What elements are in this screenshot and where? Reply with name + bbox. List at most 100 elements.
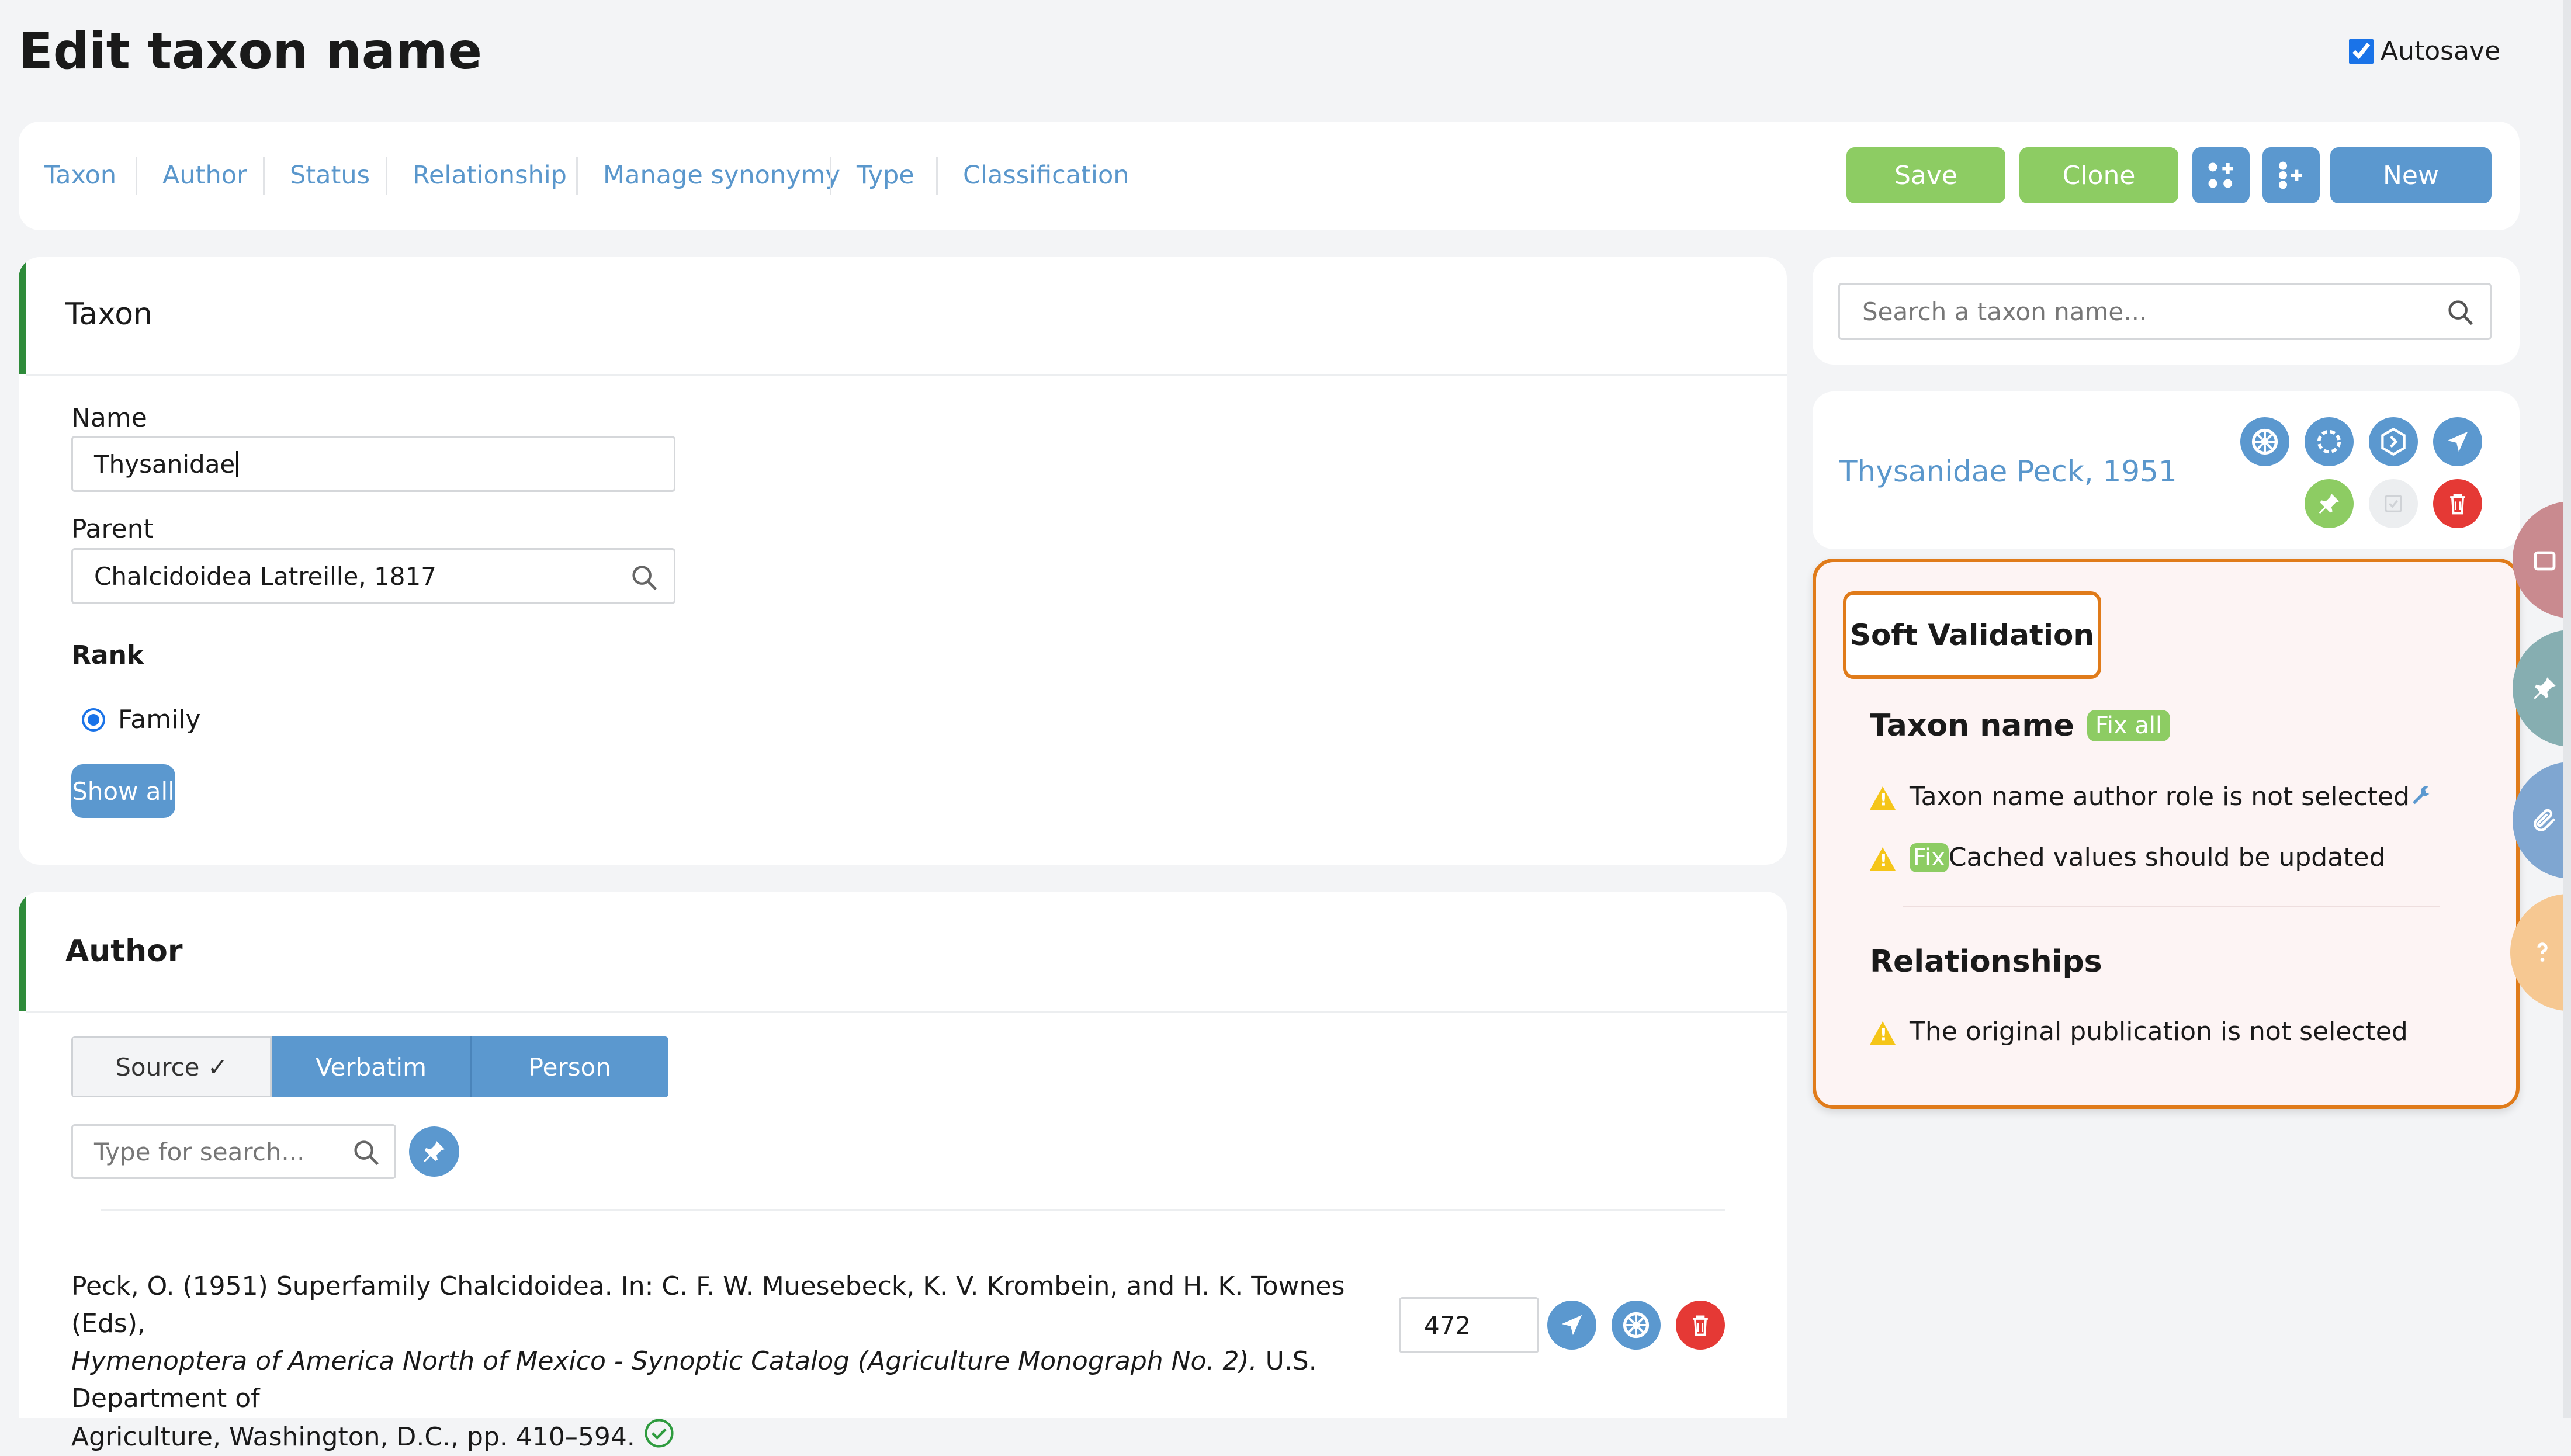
clipboard-icon xyxy=(2534,551,2556,571)
tab-divider xyxy=(136,157,137,195)
source-search-field[interactable]: Type for search... xyxy=(71,1124,396,1179)
pin-button[interactable] xyxy=(409,1126,459,1177)
clone-button[interactable]: Clone xyxy=(2019,147,2178,203)
taxon-search-placeholder: Search a taxon name... xyxy=(1862,297,2147,326)
toggle-verbatim[interactable]: Verbatim xyxy=(272,1036,472,1097)
validation-message-text: Cached values should be updated xyxy=(1948,843,2386,872)
new-button[interactable]: New xyxy=(2330,147,2492,203)
autosave-checkbox[interactable] xyxy=(2349,39,2374,64)
tab-status[interactable]: Status xyxy=(290,161,370,190)
taxon-heading: Taxon xyxy=(65,297,153,332)
trash-icon xyxy=(1693,1315,1708,1336)
validation-group-taxon-name: Taxon name Fix all xyxy=(1870,708,2171,743)
attachment-tool-button[interactable] xyxy=(2513,762,2571,879)
radial-menu-icon xyxy=(2251,428,2278,455)
radial-menu-icon xyxy=(1623,1312,1650,1339)
name-value: Thysanidae xyxy=(94,449,235,479)
soft-validation-title: Soft Validation xyxy=(1843,591,2101,679)
autosave-toggle[interactable]: Autosave xyxy=(2349,36,2500,66)
pin-icon xyxy=(2534,677,2556,699)
taxon-search-field[interactable]: Search a taxon name... xyxy=(1838,283,2492,340)
citation-title: Hymenoptera of America North of Mexico -… xyxy=(71,1346,1257,1376)
citation-line-2: Hymenoptera of America North of Mexico -… xyxy=(71,1343,1392,1417)
scrollbar[interactable] xyxy=(2563,0,2571,1418)
tab-classification[interactable]: Classification xyxy=(963,161,1129,190)
radial-object-button[interactable] xyxy=(2305,417,2354,466)
toggle-person[interactable]: Person xyxy=(471,1036,668,1097)
text-cursor xyxy=(236,451,238,477)
delete-citation-button[interactable] xyxy=(1676,1301,1725,1350)
section-divider xyxy=(26,1011,1787,1013)
toggle-source[interactable]: Source ✓ xyxy=(71,1036,272,1097)
tab-divider xyxy=(263,157,265,195)
pin-icon xyxy=(2319,493,2340,514)
section-divider xyxy=(101,1209,1725,1211)
pinboard-tool-button[interactable] xyxy=(2513,630,2571,747)
radio-selected[interactable] xyxy=(82,708,105,732)
tab-type[interactable]: Type xyxy=(857,161,914,190)
radial-annotator-button[interactable] xyxy=(2240,417,2289,466)
section-divider xyxy=(26,374,1787,376)
search-icon[interactable] xyxy=(2445,297,2476,328)
dashed-circle-icon xyxy=(2317,429,2341,454)
warning-icon xyxy=(1870,847,1896,871)
parent-value: Chalcidoidea Latreille, 1817 xyxy=(94,561,436,591)
fix-all-button[interactable]: Fix all xyxy=(2087,710,2171,741)
show-all-button[interactable]: Show all xyxy=(71,764,175,818)
warning-icon xyxy=(1870,786,1896,810)
wrench-icon[interactable] xyxy=(2410,785,2434,809)
source-search-placeholder: Type for search... xyxy=(94,1137,305,1166)
navigate-icon xyxy=(2447,431,2468,452)
navigate-citation-button[interactable] xyxy=(1547,1301,1596,1350)
help-icon xyxy=(2537,942,2548,962)
verified-check-icon xyxy=(645,1419,674,1448)
search-icon[interactable] xyxy=(351,1138,382,1168)
name-label: Name xyxy=(71,403,147,433)
autosave-label: Autosave xyxy=(2381,36,2501,66)
page-number-value: 472 xyxy=(1424,1311,1471,1340)
rank-label: Rank xyxy=(71,640,144,670)
pin-icon xyxy=(424,1141,445,1162)
citation-line-3: Agriculture, Washington, D.C., pp. 410–5… xyxy=(71,1417,1392,1456)
clipboard-tool-button[interactable] xyxy=(2513,501,2571,618)
tab-taxon[interactable]: Taxon xyxy=(44,161,116,190)
author-mode-toggle: Source ✓ Verbatim Person xyxy=(71,1036,668,1097)
validation-message: Taxon name author role is not selected xyxy=(1910,782,2434,812)
name-field[interactable]: Thysanidae xyxy=(71,436,675,492)
fix-button[interactable]: Fix xyxy=(1910,843,1949,872)
citation-text: Peck, O. (1951) Superfamily Chalcidoidea… xyxy=(71,1268,1392,1456)
page: { "page": { "title": "Edit taxon name", … xyxy=(0,0,2571,1452)
section-accent-bar xyxy=(19,257,26,374)
tab-relationship[interactable]: Relationship xyxy=(413,161,567,190)
validation-message: Fix Cached values should be updated xyxy=(1910,843,2385,872)
tab-divider xyxy=(576,157,578,195)
taxon-summary-link[interactable]: Thysanidae Peck, 1951 xyxy=(1839,455,2177,488)
radial-annotator-button[interactable] xyxy=(1612,1301,1661,1350)
browse-taxon-button[interactable] xyxy=(2433,417,2482,466)
parent-label: Parent xyxy=(71,514,154,544)
citation-line-1: Peck, O. (1951) Superfamily Chalcidoidea… xyxy=(71,1271,1345,1339)
add-child-button[interactable] xyxy=(2192,147,2250,203)
radial-navigation-button[interactable] xyxy=(2369,417,2418,466)
validation-message-text: Taxon name author role is not selected xyxy=(1910,782,2410,812)
save-button[interactable]: Save xyxy=(1846,147,2005,203)
parent-field[interactable]: Chalcidoidea Latreille, 1817 xyxy=(71,548,675,604)
trash-icon xyxy=(2450,494,2465,515)
page-number-field[interactable]: 472 xyxy=(1399,1297,1539,1353)
rank-option-family[interactable]: Family xyxy=(82,705,201,734)
tab-manage-synonymy[interactable]: Manage synonymy xyxy=(603,161,840,190)
add-sibling-button[interactable] xyxy=(2262,147,2320,203)
select-taxon-button[interactable] xyxy=(2369,479,2418,528)
section-accent-bar xyxy=(19,892,26,1011)
validation-message-text: The original publication is not selected xyxy=(1910,1017,2408,1046)
delete-taxon-button[interactable] xyxy=(2433,479,2482,528)
pin-taxon-button[interactable] xyxy=(2305,479,2354,528)
page-title: Edit taxon name xyxy=(19,22,482,81)
navigation-hexagon-icon xyxy=(2381,427,2406,456)
author-heading: Author xyxy=(65,934,183,969)
search-icon[interactable] xyxy=(629,563,660,593)
rank-option-label: Family xyxy=(118,705,201,734)
tab-divider xyxy=(386,157,387,195)
warning-icon xyxy=(1870,1021,1896,1045)
tab-author[interactable]: Author xyxy=(162,161,247,190)
